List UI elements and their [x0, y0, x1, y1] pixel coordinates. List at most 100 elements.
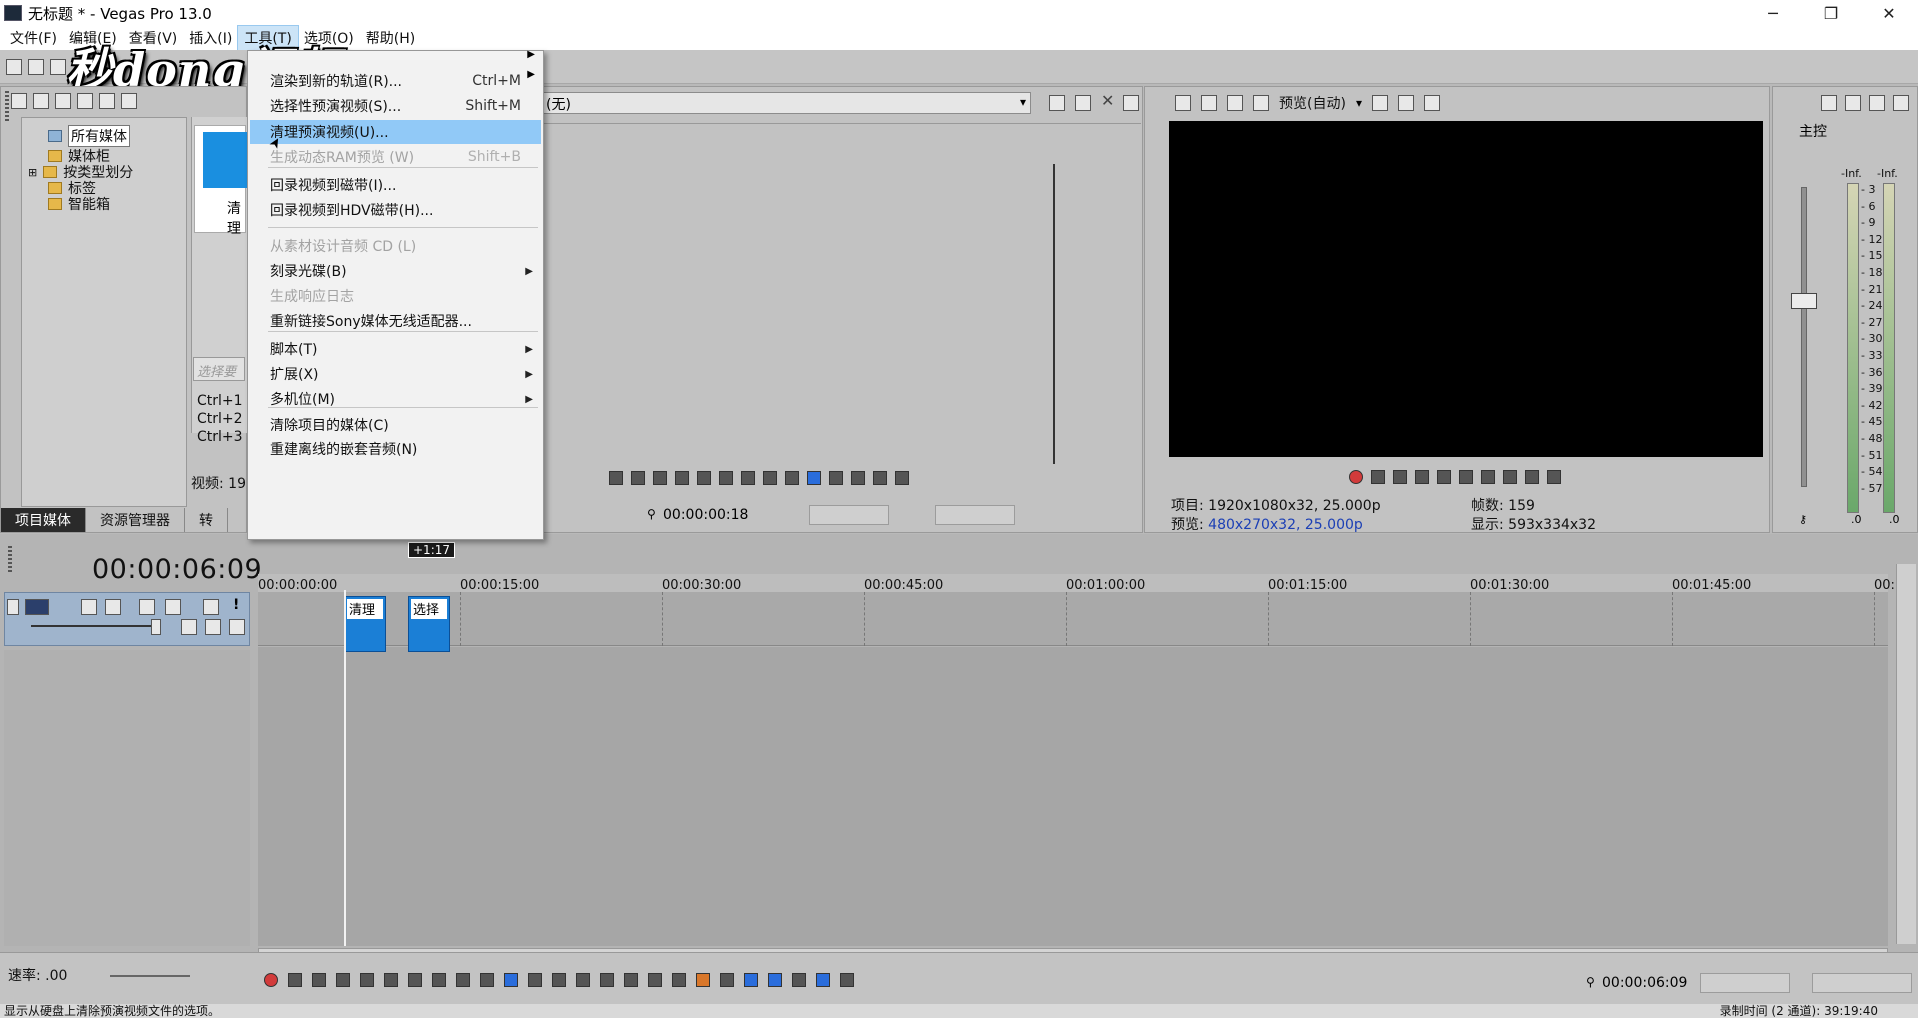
play-from-start-icon[interactable]: [631, 471, 645, 485]
menu-item-print-video-to-hdv[interactable]: 回录视频到HDV磁带(H)...: [250, 198, 541, 222]
next-frame-icon[interactable]: [480, 973, 494, 987]
restore-button[interactable]: ❐: [1802, 0, 1860, 26]
go-to-start-icon[interactable]: [1481, 470, 1495, 484]
track-level-slider[interactable]: [31, 625, 161, 627]
preview-quality-select[interactable]: 预览(自动): [1279, 93, 1346, 113]
ripple-icon[interactable]: [792, 973, 806, 987]
zoom-tool-icon[interactable]: [576, 973, 590, 987]
remove-icon[interactable]: [121, 93, 137, 109]
play-icon[interactable]: [653, 471, 667, 485]
region-icon[interactable]: [720, 973, 734, 987]
minimize-button[interactable]: ─: [1744, 0, 1802, 26]
delete-icon[interactable]: [600, 973, 614, 987]
loop-icon[interactable]: [609, 471, 623, 485]
media-search-input[interactable]: 选择要: [193, 357, 245, 381]
import-media-icon[interactable]: [11, 93, 27, 109]
menu-file[interactable]: 文件(F): [4, 26, 63, 50]
go-to-end-icon[interactable]: [741, 471, 755, 485]
lock-icon[interactable]: [1049, 95, 1065, 111]
search-icon[interactable]: [99, 93, 115, 109]
menu-item-print-video-to-tape[interactable]: 回录视频到磁带(I)...: [250, 173, 541, 197]
properties-icon[interactable]: [1175, 95, 1191, 111]
get-media-icon[interactable]: [55, 93, 71, 109]
external-monitor-icon[interactable]: [1201, 95, 1217, 111]
prev-frame-icon[interactable]: [456, 973, 470, 987]
next-frame-icon[interactable]: [1547, 470, 1561, 484]
split-screen-icon[interactable]: [1227, 95, 1243, 111]
add-to-timeline-icon[interactable]: [873, 471, 887, 485]
play-icon[interactable]: [1415, 470, 1429, 484]
tree-item-all-media[interactable]: 所有媒体: [48, 125, 130, 147]
timeline-clip[interactable]: 清理: [344, 596, 386, 652]
track-fx-icon[interactable]: [105, 599, 121, 615]
stop-icon[interactable]: [1459, 470, 1473, 484]
selection-icon[interactable]: [807, 471, 821, 485]
selection-tool-icon[interactable]: [552, 973, 566, 987]
go-to-start-icon[interactable]: [408, 973, 422, 987]
save-icon[interactable]: [50, 58, 66, 75]
mark-out-icon[interactable]: [851, 471, 865, 485]
mixer-icon[interactable]: [1893, 95, 1909, 111]
gear-icon[interactable]: [165, 599, 181, 615]
timeline-vertical-scrollbar[interactable]: [1896, 564, 1916, 944]
media-thumbnail[interactable]: 清理: [194, 125, 247, 237]
refresh-icon[interactable]: [77, 93, 93, 109]
rate-slider[interactable]: [110, 975, 190, 977]
menu-item-scripting[interactable]: 脚本(T) ▶: [250, 337, 541, 361]
playhead[interactable]: [344, 590, 346, 946]
fader-lock-icon[interactable]: ⚷: [1799, 513, 1807, 526]
snapping-icon[interactable]: [744, 973, 758, 987]
track-motion-icon[interactable]: [81, 599, 97, 615]
trimmer-length-field[interactable]: [935, 505, 1015, 525]
record-icon[interactable]: [1349, 470, 1363, 484]
video-track-lane[interactable]: [258, 592, 1888, 646]
slider-handle[interactable]: [151, 619, 161, 635]
ignore-grouping-icon[interactable]: [840, 973, 854, 987]
grid-icon[interactable]: [1371, 95, 1388, 111]
menu-item-selective-prerender[interactable]: 选择性预演视频(S)... Shift+M: [250, 94, 541, 118]
make-parent-icon[interactable]: [205, 619, 221, 635]
track-collapse-icon[interactable]: [7, 599, 19, 615]
normal-edit-tool-icon[interactable]: [504, 973, 518, 987]
panel-gripper[interactable]: [8, 546, 12, 574]
timeline-clip[interactable]: 选择: [408, 596, 450, 652]
pin-icon[interactable]: [1075, 95, 1091, 111]
trimmer-cursor[interactable]: [1053, 164, 1055, 464]
compositing-icon[interactable]: [139, 599, 155, 615]
tab-explorer[interactable]: 资源管理器: [86, 508, 185, 532]
go-to-end-icon[interactable]: [432, 973, 446, 987]
split-icon[interactable]: [648, 973, 662, 987]
chevron-down-icon[interactable]: ▾: [1356, 96, 1362, 110]
close-icon[interactable]: ✕: [1101, 91, 1114, 110]
new-file-icon[interactable]: [6, 58, 22, 75]
marker-icon[interactable]: [696, 973, 710, 987]
tab-project-media[interactable]: 项目媒体: [1, 508, 86, 532]
master-fader-knob[interactable]: [1791, 293, 1817, 309]
prev-frame-icon[interactable]: [763, 471, 777, 485]
make-child-icon[interactable]: [229, 619, 245, 635]
loop-icon[interactable]: [1371, 470, 1385, 484]
mute-icon[interactable]: [203, 599, 219, 615]
menu-item-extensions[interactable]: 扩展(X) ▶: [250, 362, 541, 386]
trimmer-display[interactable]: [541, 123, 1141, 471]
record-icon[interactable]: [264, 973, 278, 987]
menu-item-burn-disc[interactable]: 刻录光碟(B) ▶: [250, 259, 541, 283]
copy-snapshot-icon[interactable]: [1397, 95, 1414, 111]
composite-mode-icon[interactable]: [181, 619, 197, 635]
loop-icon[interactable]: [288, 973, 302, 987]
go-to-start-icon[interactable]: [719, 471, 733, 485]
play-icon[interactable]: [336, 973, 350, 987]
menu-item-clean-up-prerendered[interactable]: 清理预演视频(U)...: [250, 120, 541, 144]
play-from-start-icon[interactable]: [312, 973, 326, 987]
menu-item-rebuild-offline-audio[interactable]: 重建离线的嵌套音频(N): [250, 437, 541, 461]
tab-transitions[interactable]: 转: [185, 508, 228, 532]
stop-icon[interactable]: [697, 471, 711, 485]
menu-item-render-to-new-track[interactable]: 渲染到新的轨道(R)... Ctrl+M: [250, 69, 541, 93]
expand-icon[interactable]: ⊞: [28, 166, 37, 179]
trimmer-in-field[interactable]: [809, 505, 889, 525]
overlays-icon[interactable]: [1253, 95, 1269, 111]
prev-frame-icon[interactable]: [1525, 470, 1539, 484]
panel-gripper[interactable]: [5, 91, 9, 121]
stop-icon[interactable]: [384, 973, 398, 987]
lock-envelopes-icon[interactable]: [816, 973, 830, 987]
